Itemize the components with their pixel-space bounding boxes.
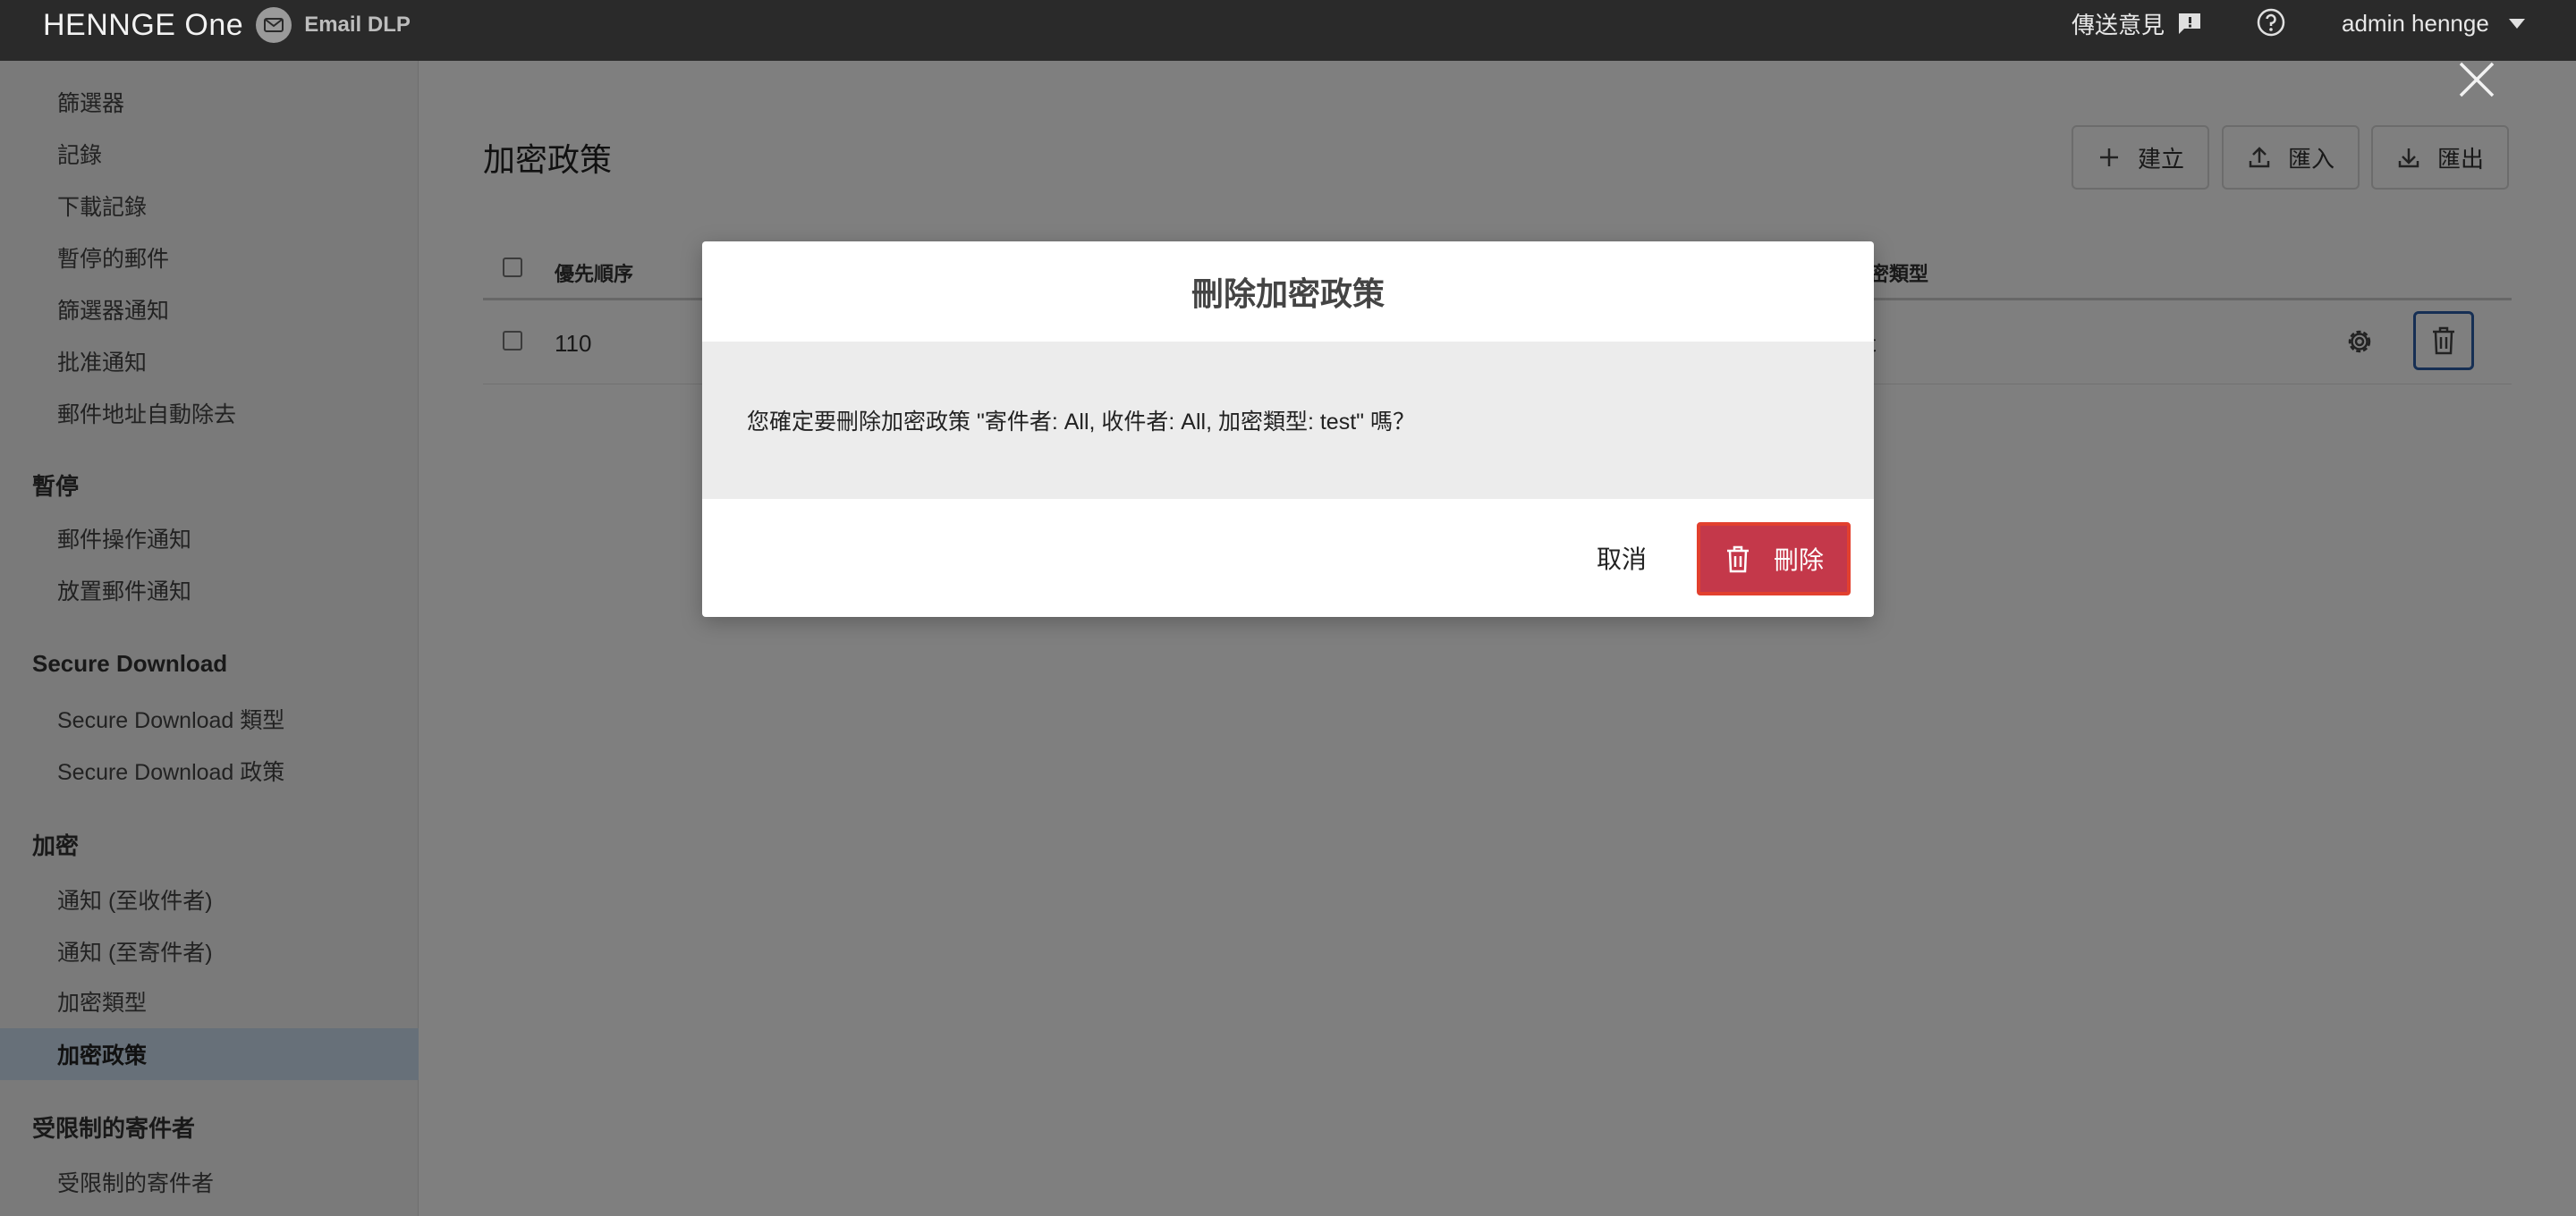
feedback-icon — [2179, 13, 2201, 34]
user-menu[interactable]: admin hennge — [2342, 9, 2525, 38]
close-icon[interactable] — [2455, 58, 2498, 101]
mail-icon — [256, 7, 292, 43]
feedback-link[interactable]: 傳送意見 — [2072, 9, 2202, 38]
dialog-header: 刪除加密政策 — [702, 241, 1874, 342]
trash-icon — [1726, 545, 1749, 573]
user-name: admin hennge — [2342, 9, 2489, 37]
modal-backdrop[interactable] — [0, 61, 2576, 1216]
product-name: Email DLP — [304, 13, 411, 37]
dialog-body: 您確定要刪除加密政策 "寄件者: All, 收件者: All, 加密類型: te… — [702, 342, 1874, 499]
feedback-label: 傳送意見 — [2072, 11, 2165, 38]
help-icon[interactable] — [2256, 7, 2286, 38]
delete-confirmation-dialog: 刪除加密政策 您確定要刪除加密政策 "寄件者: All, 收件者: All, 加… — [702, 241, 1874, 617]
chevron-down-icon — [2508, 18, 2525, 29]
dialog-title: 刪除加密政策 — [1191, 275, 1385, 312]
confirm-delete-button[interactable]: 刪除 — [1697, 522, 1851, 595]
top-header-bar: HENNGE One Email DLP 傳送意見 admin hennge — [0, 0, 2576, 61]
brand-name: HENNGE One — [43, 7, 244, 42]
dialog-footer: 取消 刪除 — [702, 499, 1874, 617]
delete-label: 刪除 — [1773, 546, 1824, 574]
dialog-message: 您確定要刪除加密政策 "寄件者: All, 收件者: All, 加密類型: te… — [747, 410, 1415, 435]
cancel-button[interactable]: 取消 — [1597, 529, 1647, 587]
brand-logo[interactable]: HENNGE One Email DLP — [43, 7, 411, 43]
